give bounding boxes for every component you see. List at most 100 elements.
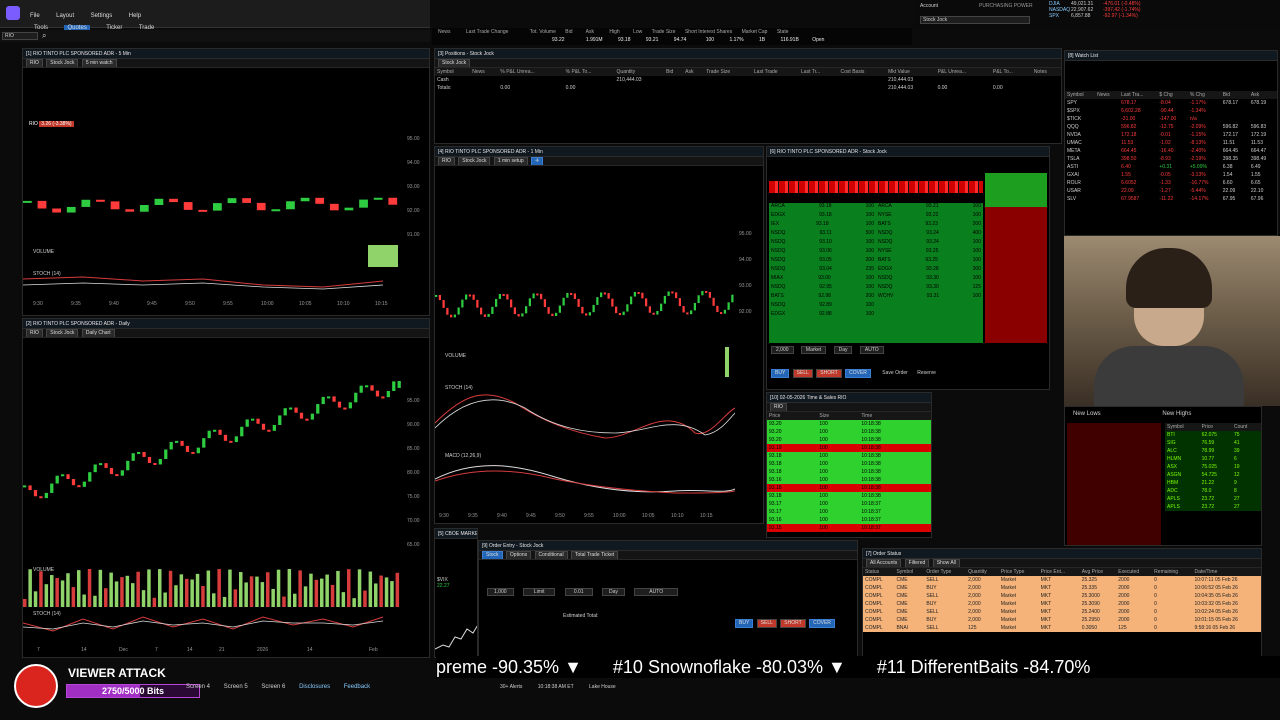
reserve-label[interactable]: Reserve bbox=[917, 370, 936, 376]
table-row[interactable]: APLS 23.72 27 bbox=[1165, 503, 1261, 511]
table-header[interactable]: Symbol News% P&L Unrea...% P&L To... Quant… bbox=[435, 68, 1061, 76]
oe-buy-button[interactable]: BUY bbox=[735, 619, 754, 628]
order-destination[interactable]: AUTO bbox=[859, 346, 884, 354]
oe-price[interactable]: 0.01 bbox=[564, 588, 593, 596]
table-row[interactable]: 93.20 100 10:18:38 bbox=[767, 420, 931, 428]
table-row[interactable]: COMPL BNAI SELL 125 Market MKT 0.3050 125 0 9:58:… bbox=[863, 624, 1261, 632]
table-row[interactable]: $TICK -31.00 -147.00 n/a bbox=[1065, 115, 1277, 123]
book-row[interactable]: NSDQ 92.95 100 bbox=[769, 284, 876, 293]
book-row[interactable]: NSDQ 93.30 100 bbox=[876, 275, 983, 284]
table-row[interactable]: 93.16 100 10:18:38 bbox=[767, 476, 931, 484]
book-row[interactable]: MIAX 93.00 100 bbox=[769, 275, 876, 284]
book-row[interactable]: BATS 93.23 200 bbox=[876, 221, 983, 230]
screen-tab[interactable]: Screen 6 bbox=[261, 684, 285, 690]
book-row[interactable]: EDGX 92.88 100 bbox=[769, 311, 876, 320]
table-row[interactable]: META 664.45 -16.40 -2.40% 664.45 664.47 bbox=[1065, 147, 1277, 155]
table-row[interactable]: TSLA 398.50 -8.93 -2.19% 398.35 398.49 bbox=[1065, 155, 1277, 163]
table-row[interactable]: 93.18 100 10:18:38 bbox=[767, 452, 931, 460]
oe-tab-conditional[interactable]: Conditional bbox=[534, 551, 568, 559]
screen-tab[interactable]: Screen 4 bbox=[186, 684, 210, 690]
oe-price-type[interactable]: Limit bbox=[522, 588, 556, 596]
oe-quantity[interactable]: 1,000 bbox=[487, 588, 514, 596]
table-row[interactable]: COMPL CME SELL 2,000 Market MKT 25.325 2000 0 10:… bbox=[863, 576, 1261, 584]
oe-tab-options[interactable]: Options bbox=[505, 551, 532, 559]
book-row[interactable]: BATS 92.98 200 bbox=[769, 293, 876, 302]
book-row[interactable]: NSDQ 93.10 100 bbox=[769, 239, 876, 248]
book-row[interactable]: NSDQ 93.30 125 bbox=[876, 284, 983, 293]
chart-account[interactable]: Stock Jock bbox=[46, 59, 79, 67]
oe-destination[interactable]: AUTO bbox=[634, 588, 679, 596]
order-price-type[interactable]: Market bbox=[800, 346, 827, 354]
table-row[interactable]: 93.18 100 10:18:38 bbox=[767, 484, 931, 492]
crosshair-button[interactable]: ✛ bbox=[531, 157, 544, 165]
book-row[interactable]: ARCA 93.21 100 bbox=[876, 203, 983, 212]
os-show[interactable]: Show All bbox=[932, 559, 960, 567]
table-row[interactable]: ADC 78.0 8 bbox=[1165, 487, 1261, 495]
book-row[interactable]: NSDQ 93.06 100 bbox=[769, 248, 876, 257]
buy-button[interactable]: BUY bbox=[771, 369, 790, 378]
table-row[interactable]: ALC 78.99 39 bbox=[1165, 447, 1261, 455]
chart-timeframe[interactable]: Daily Chart bbox=[81, 329, 115, 337]
os-account[interactable]: All Accounts bbox=[866, 559, 902, 567]
book-row[interactable]: EDGX 93.28 300 bbox=[876, 266, 983, 275]
disclosures-link[interactable]: Disclosures bbox=[299, 684, 330, 690]
table-row[interactable]: 93.18 100 10:18:38 bbox=[767, 492, 931, 500]
table-row[interactable]: 93.17 100 10:18:37 bbox=[767, 500, 931, 508]
ts-symbol[interactable]: RIO bbox=[770, 403, 787, 411]
table-row[interactable]: SLV 67.9587 -11.22 -14.17% 67.95 67.96 bbox=[1065, 195, 1277, 203]
chart-symbol[interactable]: RIO bbox=[26, 59, 43, 67]
book-row[interactable]: NSDQ 92.89 100 bbox=[769, 302, 876, 311]
table-row[interactable]: Cash 210,444.03 210,444.03 bbox=[435, 76, 1061, 84]
table-row[interactable]: ASX 75.025 19 bbox=[1165, 463, 1261, 471]
chart-account[interactable]: Stock Jock bbox=[46, 329, 79, 337]
table-row[interactable]: COMPL CME SELL 2,000 Market MKT 25.3000 2000 0 10… bbox=[863, 592, 1261, 600]
table-row[interactable]: BTI 62.075 75 bbox=[1165, 431, 1261, 439]
chart-timeframe[interactable]: 5 min watch bbox=[81, 59, 117, 67]
table-row[interactable]: Totals: 0.00 0.00 210,444.03 0.00 0.00 bbox=[435, 84, 1061, 92]
table-row[interactable]: UMAC 11.53 -1.02 -8.13% 11.51 11.53 bbox=[1065, 139, 1277, 147]
table-row[interactable]: NVDA 172.18 -0.01 -1.15% 172.17 172.19 bbox=[1065, 131, 1277, 139]
alerts-count[interactable]: 30+ Alerts bbox=[500, 684, 522, 690]
table-row[interactable]: 93.19 100 10:18:38 bbox=[767, 444, 931, 452]
save-order-label[interactable]: Save Order bbox=[882, 370, 908, 376]
table-row[interactable]: QQQ 596.82 -12.75 -2.09% 596.82 596.83 bbox=[1065, 123, 1277, 131]
book-row[interactable]: NYSE 93.22 100 bbox=[876, 212, 983, 221]
book-row[interactable]: NSDQ 93.24 400 bbox=[876, 230, 983, 239]
oe-sell-button[interactable]: SELL bbox=[756, 619, 777, 628]
table-row[interactable]: 93.15 100 10:18:37 bbox=[767, 524, 931, 532]
screen-tab[interactable]: Screen 5 bbox=[224, 684, 248, 690]
table-row[interactable]: APLS 23.72 27 bbox=[1165, 495, 1261, 503]
positions-account[interactable]: Stock Jock bbox=[438, 59, 471, 67]
book-row[interactable]: NSDQ 93.04 235 bbox=[769, 266, 876, 275]
table-row[interactable]: COMPL CME BUY 2,000 Market MKT 25.2950 2000 0 10:… bbox=[863, 616, 1261, 624]
table-row[interactable]: COMPL CME SELL 2,000 Market MKT 25.2400 2000 0 10… bbox=[863, 608, 1261, 616]
table-row[interactable]: COMPL CME BUY 2,000 Market MKT 25.3090 2000 0 10:… bbox=[863, 600, 1261, 608]
table-row[interactable]: 93.18 100 10:18:38 bbox=[767, 468, 931, 476]
chart-symbol[interactable]: RIO bbox=[26, 329, 43, 337]
oe-tab-ticket[interactable]: Total Trade Ticket bbox=[570, 551, 619, 559]
oe-tab-stock[interactable]: Stock bbox=[482, 551, 503, 559]
cover-button[interactable]: COVER bbox=[845, 369, 871, 378]
chart-symbol[interactable]: RIO bbox=[438, 157, 455, 165]
table-row[interactable]: ASTI 6.40 +0.31 +5.09% 6.38 6.49 bbox=[1065, 163, 1277, 171]
order-quantity[interactable]: 2,000 bbox=[771, 346, 794, 354]
order-term[interactable]: Day bbox=[833, 346, 853, 354]
table-row[interactable]: 93.16 100 10:18:37 bbox=[767, 516, 931, 524]
search-icon[interactable]: ⌕ bbox=[42, 31, 46, 41]
chart-account[interactable]: Stock Jock bbox=[458, 157, 491, 165]
table-row[interactable]: ASGN 54.725 12 bbox=[1165, 471, 1261, 479]
table-row[interactable]: COMPL CME BUY 2,000 Market MKT 25.335 2000 0 10:0… bbox=[863, 584, 1261, 592]
chart-timeframe[interactable]: 1 min setup bbox=[493, 157, 528, 165]
book-row[interactable]: IEX 93.18 100 bbox=[769, 221, 876, 230]
table-row[interactable]: 93.18 100 10:18:38 bbox=[767, 460, 931, 468]
book-row[interactable]: NSDQ 93.11 500 bbox=[769, 230, 876, 239]
sell-button[interactable]: SELL bbox=[792, 369, 813, 378]
book-row[interactable]: NSDQ 93.05 200 bbox=[769, 257, 876, 266]
table-row[interactable]: 93.20 100 10:18:38 bbox=[767, 436, 931, 444]
table-row[interactable]: $SPX 6,602.28 -90.44 -1.34% bbox=[1065, 107, 1277, 115]
table-row[interactable]: 93.20 100 10:18:38 bbox=[767, 428, 931, 436]
short-button[interactable]: SHORT bbox=[816, 369, 842, 378]
table-header[interactable]: Status Symbol Order Type Quantity Price Type… bbox=[863, 568, 1261, 576]
table-row[interactable]: SPY 678.17 -8.04 -1.17% 678.17 678.19 bbox=[1065, 99, 1277, 107]
table-header[interactable]: Symbol News Last Tra... $ Chg% Chg Bid Ask bbox=[1065, 91, 1277, 99]
